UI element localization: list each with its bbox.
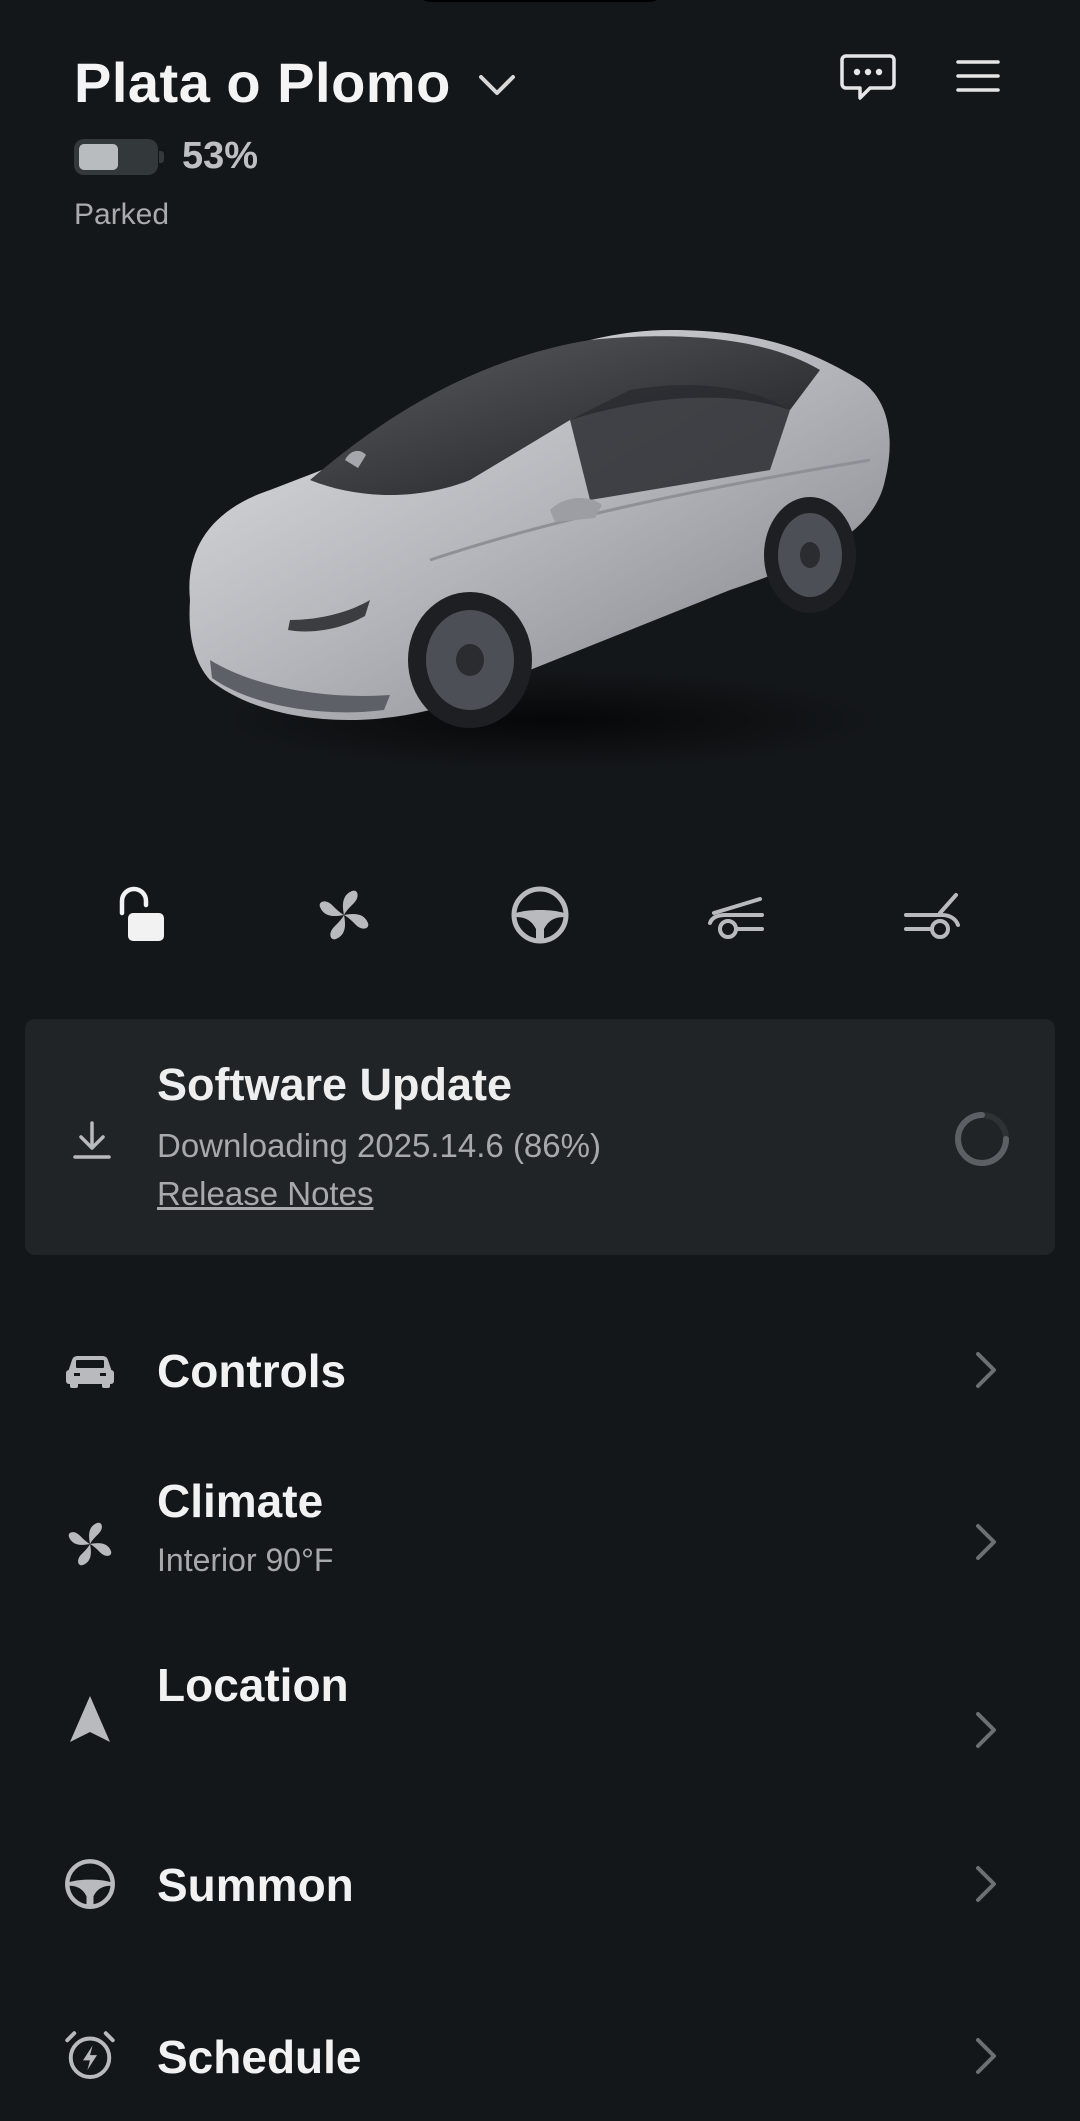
download-icon xyxy=(73,1121,111,1159)
device-notch xyxy=(410,0,670,2)
update-status: Downloading 2025.14.6 (86%) xyxy=(157,1127,601,1164)
release-notes-link[interactable]: Release Notes xyxy=(157,1175,373,1213)
menu-label: Climate xyxy=(157,1475,324,1527)
chevron-right-icon xyxy=(976,2038,996,2074)
climate-quick-button[interactable] xyxy=(304,880,384,950)
trunk-button[interactable] xyxy=(892,880,972,950)
trunk-icon xyxy=(904,893,960,939)
steering-wheel-icon xyxy=(511,886,569,944)
menu-icon[interactable] xyxy=(952,52,1008,102)
vehicle-selector[interactable]: Plata o Plomo xyxy=(74,50,519,115)
chevron-right-icon xyxy=(976,1352,996,1388)
loading-spinner-icon xyxy=(955,1112,1009,1166)
unlock-button[interactable] xyxy=(100,880,180,950)
menu-item-climate[interactable]: Climate Interior 90°F xyxy=(0,1460,1080,1610)
car-icon xyxy=(66,1356,114,1388)
vehicle-status: Parked xyxy=(74,198,170,231)
frunk-button[interactable] xyxy=(696,880,776,950)
vehicle-name: Plata o Plomo xyxy=(74,51,451,114)
menu-label: Schedule xyxy=(157,2031,362,2083)
unlock-icon xyxy=(119,886,164,941)
menu-label: Controls xyxy=(157,1345,347,1397)
frunk-icon xyxy=(708,897,764,939)
chevron-right-icon xyxy=(976,1866,996,1902)
fan-icon xyxy=(68,1522,112,1566)
menu-item-summon[interactable]: Summon xyxy=(0,1834,1080,1934)
chevron-right-icon xyxy=(976,1712,996,1748)
battery-indicator: 53% xyxy=(74,135,258,178)
menu-label: Location xyxy=(157,1659,349,1711)
menu-item-controls[interactable]: Controls xyxy=(0,1320,1080,1420)
battery-percent: 53% xyxy=(182,135,259,177)
navigation-arrow-icon xyxy=(70,1696,110,1742)
menu-item-location[interactable]: Location xyxy=(0,1640,1080,1790)
alarm-clock-icon xyxy=(65,2031,115,2079)
steering-wheel-icon xyxy=(65,1859,115,1909)
chevron-down-icon xyxy=(478,74,515,95)
battery-icon xyxy=(74,138,158,175)
chevron-right-icon xyxy=(976,1524,996,1560)
menu-item-schedule[interactable]: Schedule xyxy=(0,2006,1080,2106)
summon-quick-button[interactable] xyxy=(500,880,580,950)
battery-fill xyxy=(79,143,118,170)
software-update-card[interactable]: Software Update Downloading 2025.14.6 (8… xyxy=(25,1019,1055,1255)
update-title: Software Update xyxy=(157,1059,513,1110)
chat-icon[interactable] xyxy=(840,52,896,102)
fan-icon xyxy=(319,890,369,940)
interior-temperature: Interior 90°F xyxy=(157,1542,334,1578)
car-image xyxy=(189,330,890,770)
menu-label: Summon xyxy=(157,1859,354,1911)
